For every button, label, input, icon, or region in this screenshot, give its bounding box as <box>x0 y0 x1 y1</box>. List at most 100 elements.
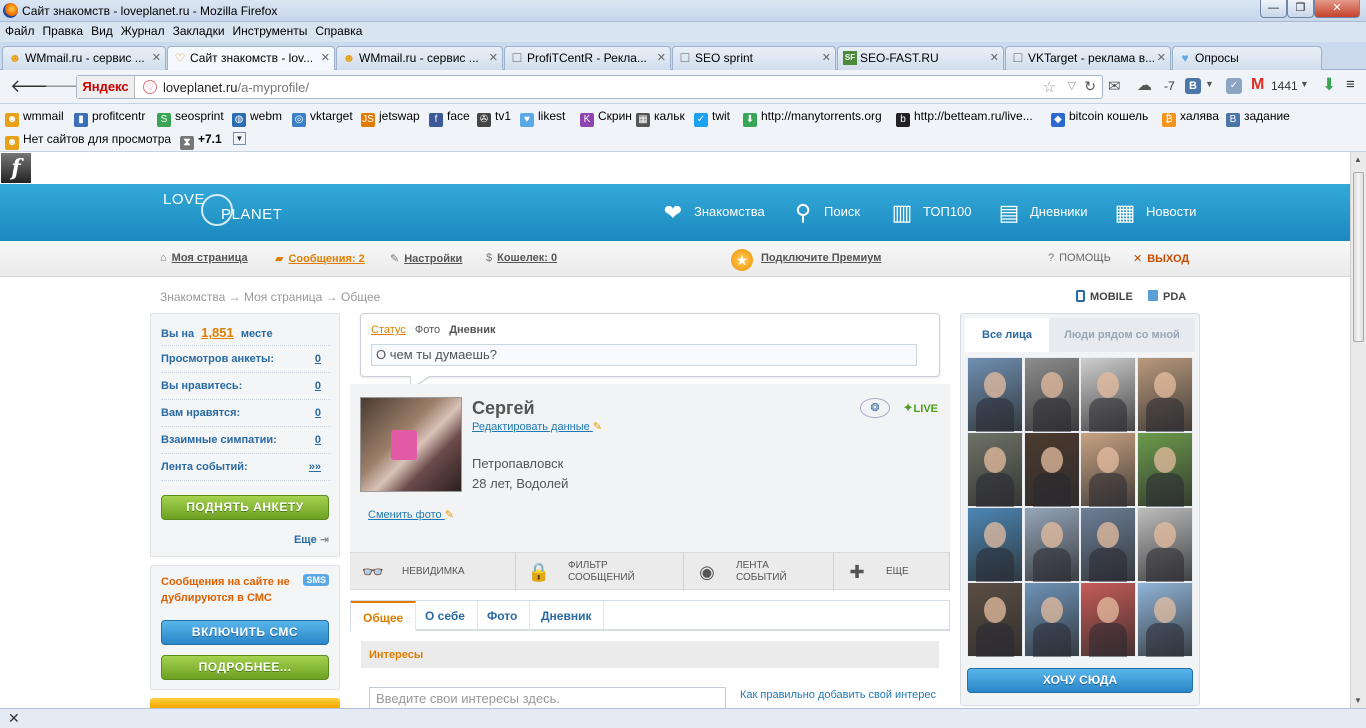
face-thumbnail[interactable] <box>1023 432 1080 507</box>
messages-link[interactable]: ▰ Сообщения: 2 <box>275 252 365 265</box>
browser-tab[interactable]: ☐ ProfiTCentR - Рекла... ✕ <box>504 46 671 70</box>
stat-row[interactable]: Вам нравятся: 0 <box>161 400 331 427</box>
close-addon-bar-icon[interactable]: ✕ <box>8 710 20 727</box>
menu-edit[interactable]: Правка <box>40 22 87 40</box>
nav-diaries[interactable]: ▤ Дневники <box>996 198 1088 226</box>
page-scrollbar[interactable]: ▲ ▼ <box>1350 152 1366 708</box>
maximize-button[interactable]: ❐ <box>1287 0 1314 18</box>
bookmark-item[interactable]: K Скрин <box>580 109 632 127</box>
face-thumbnail[interactable] <box>1080 582 1136 657</box>
bookmark-item[interactable]: ▮ profitcentr <box>74 109 145 127</box>
loveplanet-logo[interactable]: LOVE PLANET <box>163 192 282 226</box>
bookmark-item[interactable]: ◎ vktarget <box>292 109 353 127</box>
menu-help[interactable]: Справка <box>312 22 365 40</box>
breadcrumb-my-page[interactable]: Моя страница <box>244 290 322 304</box>
wallet-link[interactable]: $ Кошелек: 0 <box>486 252 557 264</box>
menu-bookmarks[interactable]: Закладки <box>170 22 228 40</box>
tab-close-icon[interactable]: ✕ <box>990 47 999 69</box>
pda-link[interactable]: PDA <box>1148 290 1186 303</box>
status-tab-photo[interactable]: Фото <box>415 324 440 336</box>
tab-people-nearby[interactable]: Люди рядом со мной <box>1049 318 1195 352</box>
menu-view[interactable]: Вид <box>88 22 116 40</box>
face-thumbnail[interactable] <box>1136 582 1193 657</box>
bookmark-item[interactable]: JS jetswap <box>361 109 420 127</box>
stat-value[interactable]: 0 <box>315 346 321 373</box>
reload-icon[interactable]: ↻ <box>1084 78 1096 95</box>
browser-tab[interactable]: ♥ Опросы <box>1172 46 1322 70</box>
stat-row[interactable]: Взаимные симпатии: 0 <box>161 427 331 454</box>
profile-tab[interactable]: Общее <box>351 601 417 631</box>
bookmark-item[interactable]: f face <box>429 109 470 127</box>
url-bar[interactable]: Яндекс ♡ loveplanet.ru/a-myprofile/ ☆ ▽ … <box>76 75 1103 99</box>
url-text[interactable]: loveplanet.ru/a-myprofile/ <box>163 80 309 95</box>
live-badge[interactable]: ✦LIVE <box>903 400 938 416</box>
tab-close-icon[interactable]: ✕ <box>321 47 330 69</box>
stat-value[interactable]: 0 <box>315 400 321 427</box>
bookmark-item[interactable]: ☻ wmmail <box>5 109 64 127</box>
menu-history[interactable]: Журнал <box>118 22 168 40</box>
weather-temperature[interactable]: -7 <box>1164 79 1175 93</box>
face-thumbnail[interactable] <box>967 357 1023 432</box>
minimize-button[interactable]: — <box>1260 0 1287 18</box>
bookmark-item[interactable]: ▦ кальк <box>636 109 685 127</box>
site-identity-icon[interactable]: ♡ <box>143 80 157 94</box>
gmail-dropdown-icon[interactable]: ▼ <box>1300 79 1309 89</box>
tab-close-icon[interactable]: ✕ <box>489 47 498 69</box>
vk-icon[interactable]: B <box>1185 78 1201 94</box>
face-thumbnail[interactable] <box>1136 432 1193 507</box>
nav-search[interactable]: ⚲ Поиск <box>790 198 860 226</box>
bookmark-item[interactable]: Sseosprint <box>157 109 224 127</box>
tab-close-icon[interactable]: ✕ <box>822 47 831 69</box>
flash-icon[interactable]: f <box>1 153 31 183</box>
profile-tab[interactable]: О себе <box>413 601 478 631</box>
nav-top100[interactable]: ▥ ТОП100 <box>889 198 972 226</box>
browser-tab[interactable]: SF SEO-FAST.RU ✕ <box>837 46 1004 70</box>
more-link[interactable]: Еще ⇥ <box>294 533 329 546</box>
tab-all-faces[interactable]: Все лица <box>965 318 1049 352</box>
translate-icon[interactable]: ✓ <box>1226 78 1242 94</box>
my-page-link[interactable]: ⌂ Моя страница <box>160 252 248 264</box>
want-here-button[interactable]: ХОЧУ СЮДА <box>967 668 1193 693</box>
browser-tab[interactable]: ☐ SEO sprint ✕ <box>672 46 836 70</box>
action-plus[interactable]: ✚ ЕЩЕ <box>834 553 950 591</box>
face-thumbnail[interactable] <box>1023 357 1080 432</box>
action-glasses[interactable]: 👓 НЕВИДИМКА <box>350 553 516 591</box>
badge-wings-icon[interactable]: ❂ <box>860 398 890 418</box>
profile-tab[interactable]: Фото <box>475 601 531 631</box>
browser-tab[interactable]: ♡ Сайт знакомств - lov... ✕ <box>167 46 335 71</box>
breadcrumb-dating[interactable]: Знакомства <box>160 290 225 304</box>
menu-lines-icon[interactable]: ≡ <box>1346 76 1355 93</box>
stat-value[interactable]: 0 <box>315 373 321 400</box>
browser-tab[interactable]: ☻ WMmail.ru - сервис ... ✕ <box>2 46 166 70</box>
interests-input[interactable]: Введите свои интересы здесь. <box>369 687 726 709</box>
profile-photo[interactable] <box>360 397 462 492</box>
bookmark-item[interactable]: ✇ tv1 <box>477 109 511 127</box>
vk-dropdown-icon[interactable]: ▼ <box>1205 79 1214 89</box>
menu-tools[interactable]: Инструменты <box>230 22 311 40</box>
bookmark-item[interactable]: ₿ халява <box>1162 109 1219 127</box>
stat-value[interactable]: 0 <box>315 427 321 454</box>
face-thumbnail[interactable] <box>1080 357 1136 432</box>
bookmark-item[interactable]: ✓ twit <box>694 109 730 127</box>
premium-link[interactable]: Подключите Премиум <box>761 252 881 264</box>
face-thumbnail[interactable] <box>1136 357 1193 432</box>
face-thumbnail[interactable] <box>1136 507 1193 582</box>
browser-tab[interactable]: ☻ WMmail.ru - сервис ... ✕ <box>336 46 503 70</box>
bookmark-star-icon[interactable]: ☆ <box>1043 78 1056 96</box>
premium-star-icon[interactable]: ★ <box>731 249 753 271</box>
gmail-icon[interactable]: M <box>1251 76 1264 94</box>
face-thumbnail[interactable] <box>1023 507 1080 582</box>
action-lock[interactable]: 🔒 ФИЛЬТР СООБЩЕНИЙ <box>516 553 684 591</box>
face-thumbnail[interactable] <box>1023 582 1080 657</box>
face-thumbnail[interactable] <box>967 432 1023 507</box>
logout-link[interactable]: ✕ ВЫХОД <box>1133 252 1189 265</box>
interests-help-link[interactable]: Как правильно добавить свой интерес <box>740 689 936 701</box>
scrollbar-thumb[interactable] <box>1353 172 1364 342</box>
scroll-down-icon[interactable]: ▼ <box>1354 696 1362 705</box>
bookmark-item[interactable]: Bзадание <box>1226 109 1290 127</box>
chevron-down-icon[interactable]: ▼ <box>233 132 246 145</box>
action-record[interactable]: ◉ ЛЕНТА СОБЫТИЙ <box>684 553 834 591</box>
download-arrow-icon[interactable]: ⬇ <box>1322 75 1336 95</box>
rank-value[interactable]: 1,851 <box>201 325 234 340</box>
promo-banner[interactable] <box>150 698 340 708</box>
